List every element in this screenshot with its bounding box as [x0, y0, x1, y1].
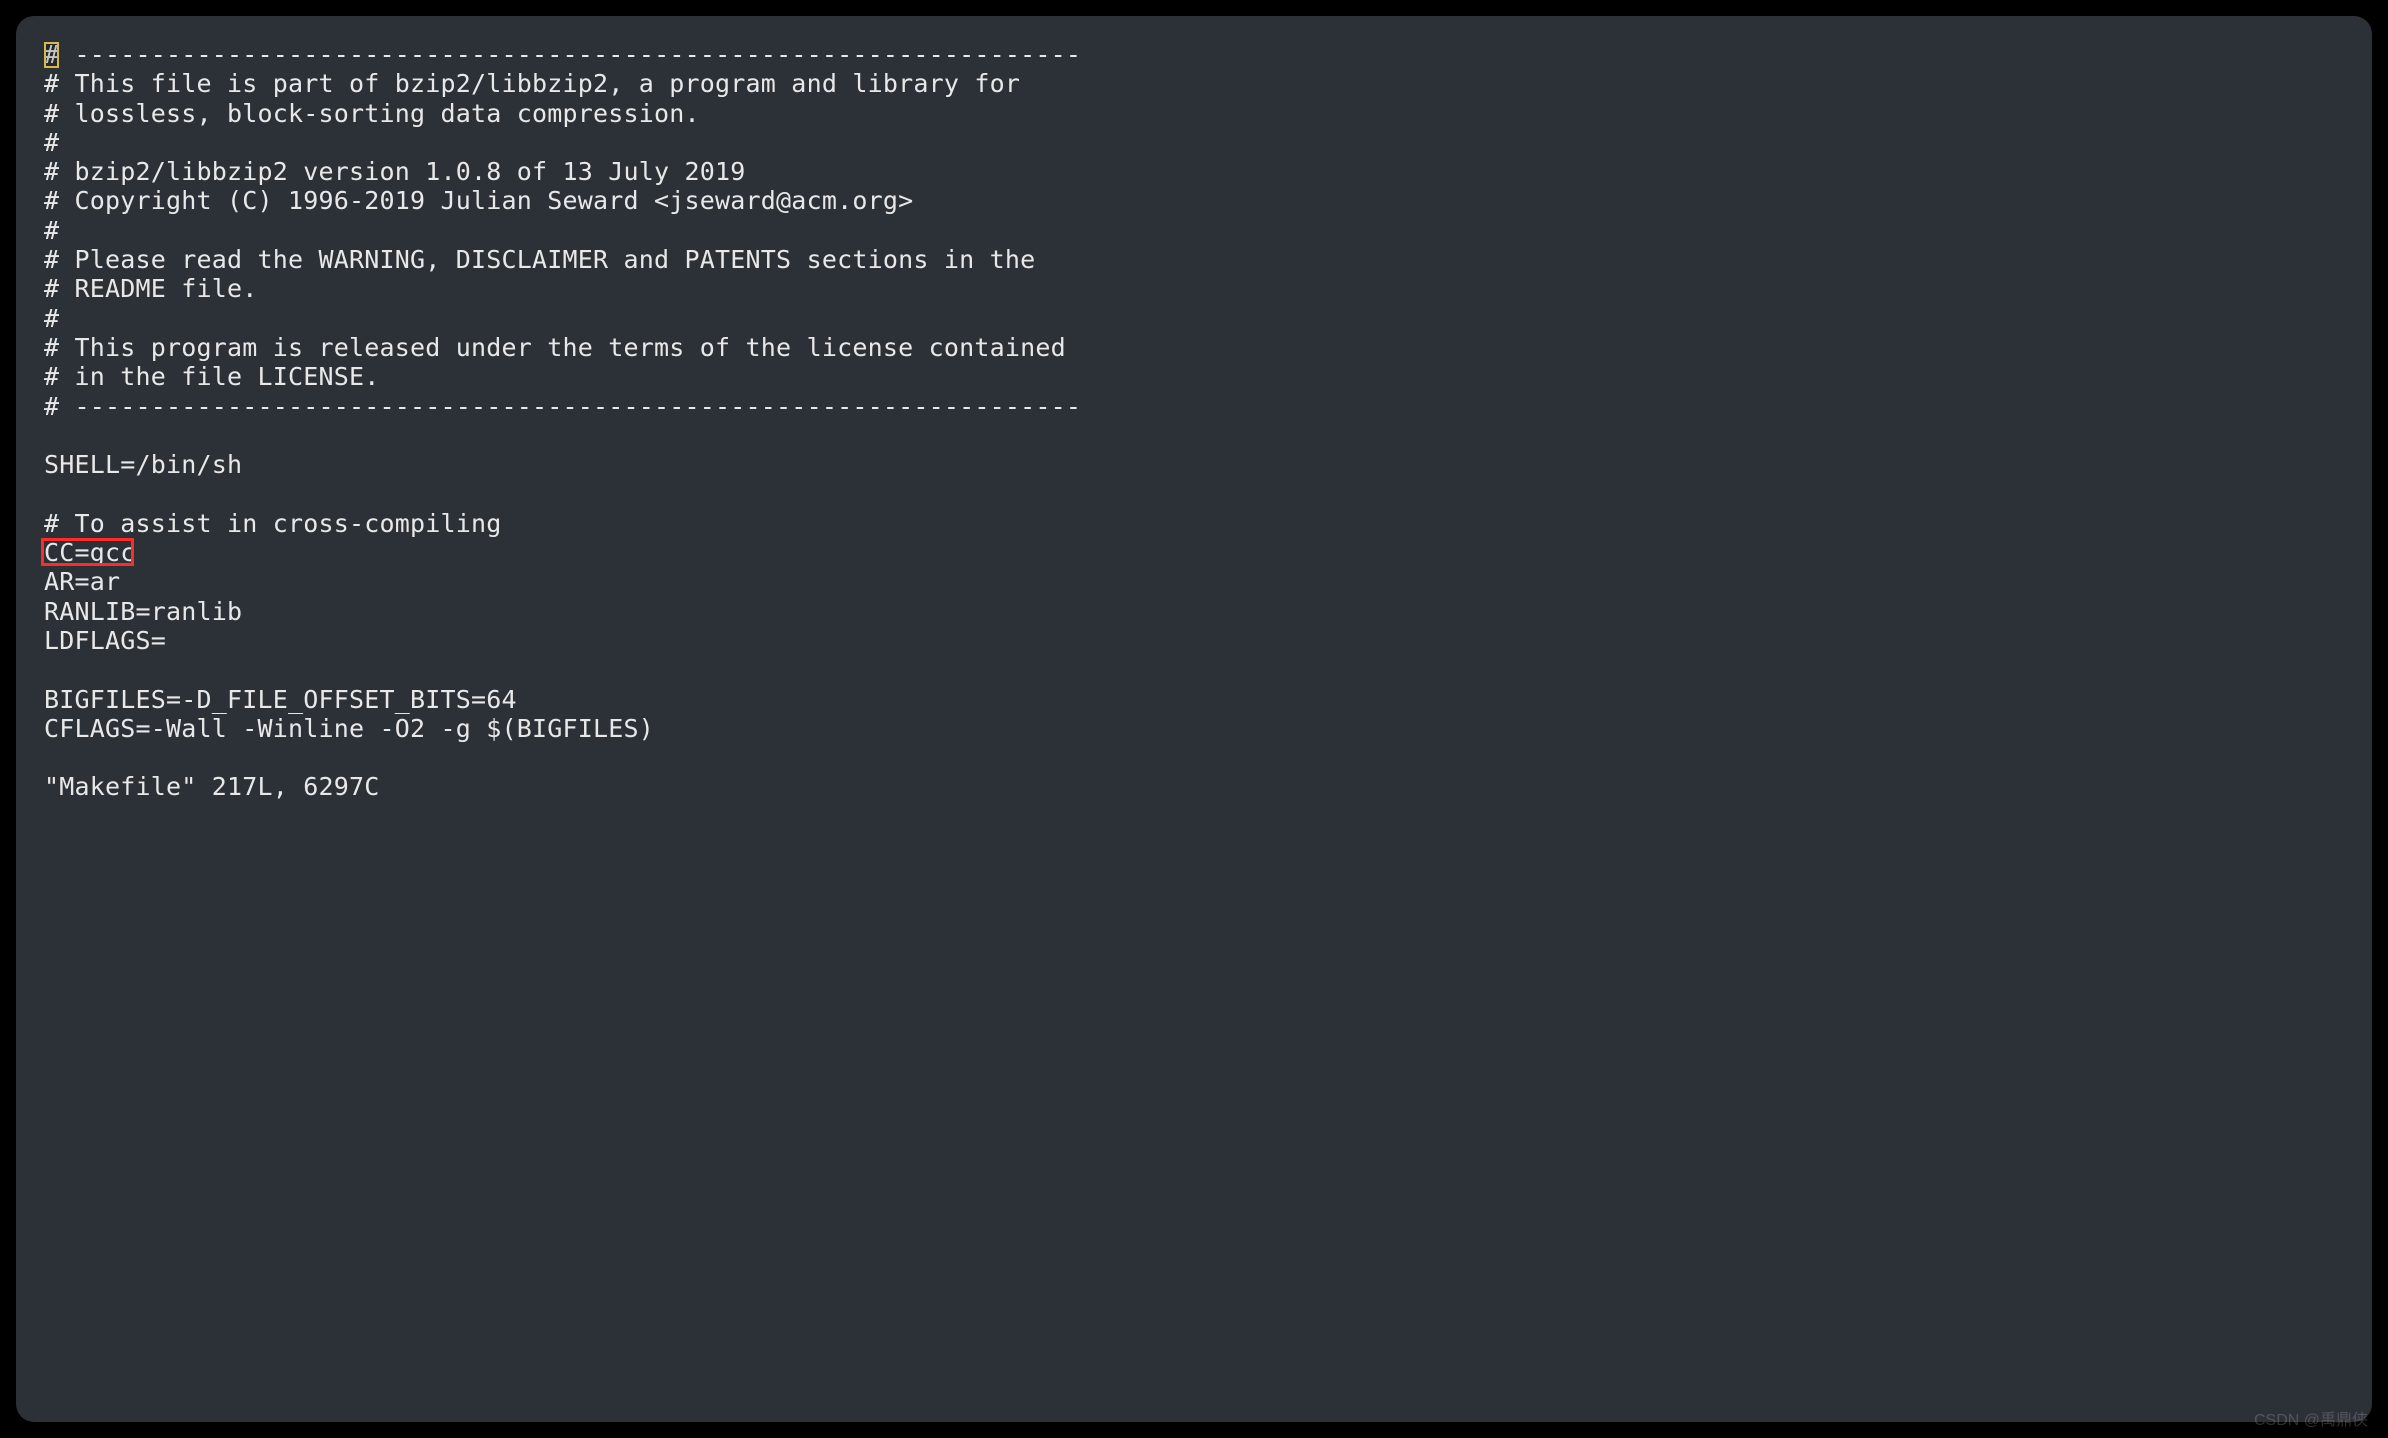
code-line: # This file is part of bzip2/libbzip2, a…: [44, 69, 2344, 98]
code-line: # README file.: [44, 274, 2344, 303]
code-line: SHELL=/bin/sh: [44, 450, 2344, 479]
code-line: [44, 743, 2344, 772]
terminal-window[interactable]: # --------------------------------------…: [16, 16, 2372, 1422]
code-line: #: [44, 304, 2344, 333]
cursor: #: [44, 40, 59, 69]
code-line: BIGFILES=-D_FILE_OFFSET_BITS=64: [44, 685, 2344, 714]
status-line: "Makefile" 217L, 6297C: [44, 772, 2344, 801]
code-line: #: [44, 128, 2344, 157]
code-line: CFLAGS=-Wall -Winline -O2 -g $(BIGFILES): [44, 714, 2344, 743]
code-line: # in the file LICENSE.: [44, 362, 2344, 391]
code-line: [44, 479, 2344, 508]
code-line: # --------------------------------------…: [44, 392, 2344, 421]
code-line: LDFLAGS=: [44, 626, 2344, 655]
code-line: # Copyright (C) 1996-2019 Julian Seward …: [44, 186, 2344, 215]
watermark: CSDN @禹鼎侠: [2254, 1406, 2368, 1430]
code-line: # bzip2/libbzip2 version 1.0.8 of 13 Jul…: [44, 157, 2344, 186]
code-line-highlighted: CC=gcc: [44, 538, 2344, 567]
code-line: RANLIB=ranlib: [44, 597, 2344, 626]
code-line: # This program is released under the ter…: [44, 333, 2344, 362]
code-line: #: [44, 216, 2344, 245]
code-line: [44, 655, 2344, 684]
editor-content[interactable]: # --------------------------------------…: [44, 40, 2344, 802]
code-line: # lossless, block-sorting data compressi…: [44, 99, 2344, 128]
code-line: [44, 421, 2344, 450]
code-line: # Please read the WARNING, DISCLAIMER an…: [44, 245, 2344, 274]
code-line: # --------------------------------------…: [44, 40, 2344, 69]
code-line: AR=ar: [44, 567, 2344, 596]
code-line: # To assist in cross-compiling: [44, 509, 2344, 538]
